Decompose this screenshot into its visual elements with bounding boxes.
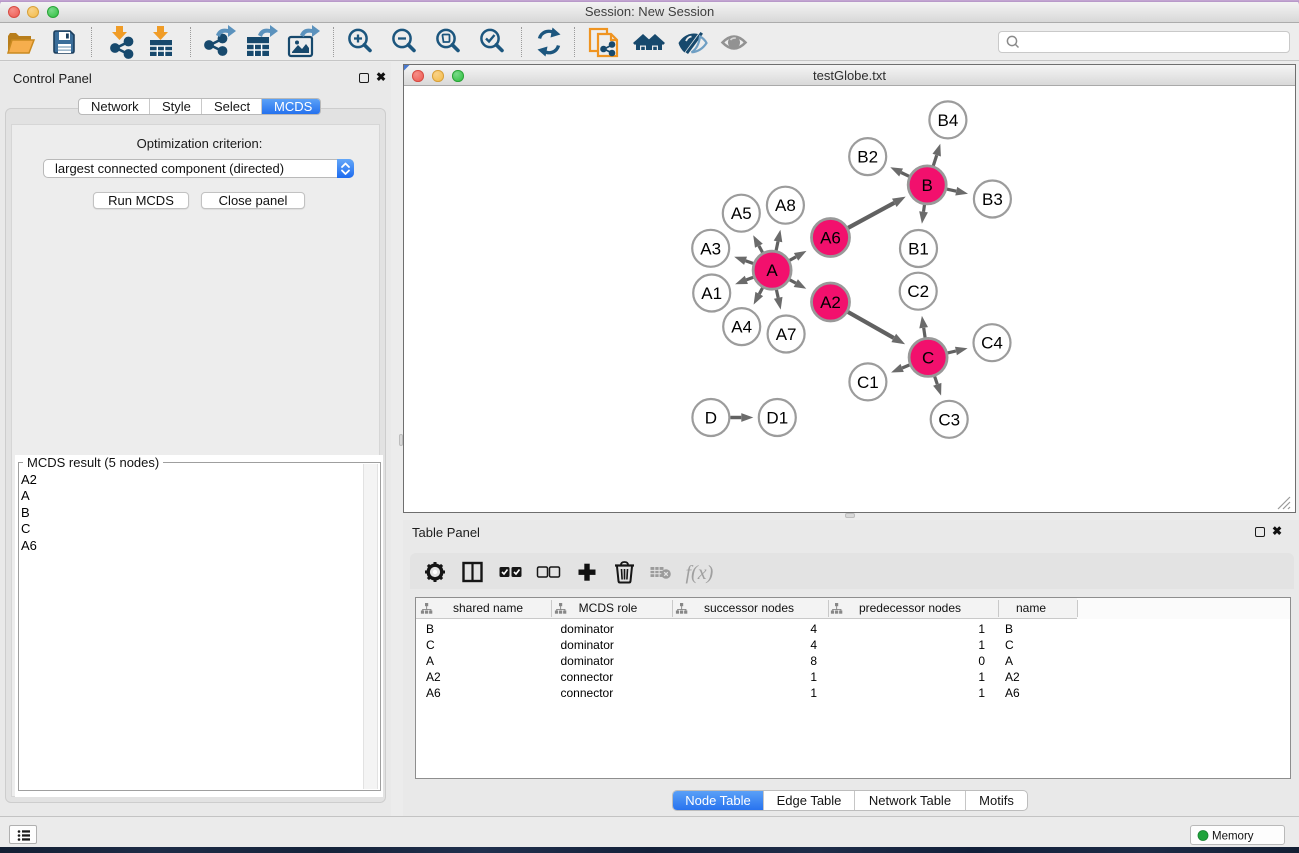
- svg-text:f(x): f(x): [686, 562, 714, 584]
- svg-text:D: D: [704, 408, 716, 427]
- svg-text:C: C: [921, 348, 933, 367]
- svg-text:A7: A7: [775, 325, 796, 344]
- svg-text:C4: C4: [981, 333, 1003, 352]
- svg-text:A3: A3: [700, 239, 721, 258]
- svg-text:B3: B3: [982, 190, 1003, 209]
- svg-text:A5: A5: [730, 204, 751, 223]
- svg-text:C1: C1: [857, 372, 879, 391]
- svg-text:D1: D1: [766, 408, 788, 427]
- svg-text:A8: A8: [775, 196, 796, 215]
- svg-text:B: B: [921, 175, 932, 194]
- svg-text:C2: C2: [907, 282, 929, 301]
- svg-text:B2: B2: [857, 147, 878, 166]
- svg-text:A: A: [766, 261, 778, 280]
- svg-text:C3: C3: [938, 410, 960, 429]
- svg-text:A6: A6: [820, 228, 841, 247]
- svg-text:B4: B4: [937, 110, 958, 129]
- svg-text:A2: A2: [820, 293, 841, 312]
- svg-text:Memory: Memory: [1212, 831, 1254, 843]
- svg-text:B1: B1: [908, 239, 929, 258]
- svg-text:A4: A4: [731, 317, 752, 336]
- svg-text:A1: A1: [701, 284, 722, 303]
